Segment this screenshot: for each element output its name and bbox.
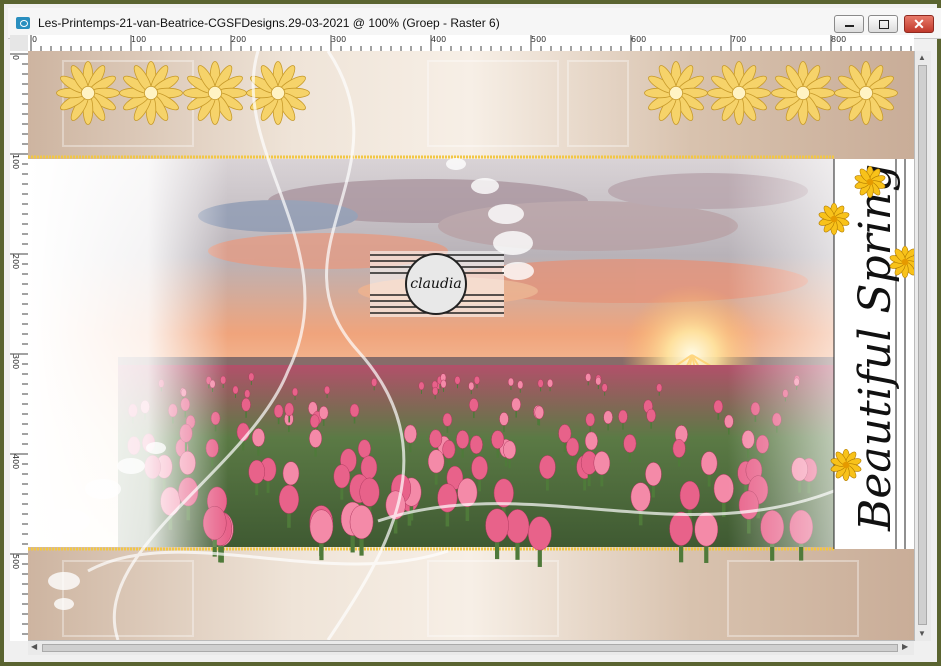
- vertical-scrollbar[interactable]: ▲ ▼: [914, 51, 931, 641]
- ruler-left-ticks: [10, 53, 28, 635]
- ruler-top-label: 0: [32, 35, 38, 44]
- scroll-left-icon[interactable]: ◀: [31, 642, 37, 651]
- window-title: Les-Printemps-21-van-Beatrice-CGSFDesign…: [38, 16, 500, 30]
- ruler-left[interactable]: 0 100 200 300 400 500: [10, 51, 29, 641]
- vertical-scroll-thumb[interactable]: [918, 65, 927, 625]
- scroll-down-icon[interactable]: ▼: [918, 629, 926, 638]
- ruler-left-label: 100: [11, 154, 20, 170]
- scroll-up-icon[interactable]: ▲: [918, 53, 926, 62]
- close-icon: ✕: [913, 16, 925, 32]
- ruler-top[interactable]: 0 100 200 300 400 500 600 700 800: [28, 35, 914, 52]
- artwork: claudia Beautiful Spring: [28, 51, 914, 640]
- horizontal-scrollbar[interactable]: ◀ ▶: [28, 640, 914, 655]
- ruler-top-label: 700: [731, 35, 747, 44]
- ruler-left-label: 0: [11, 55, 20, 61]
- ruler-top-label: 400: [431, 35, 447, 44]
- minimize-button[interactable]: [834, 15, 864, 33]
- ruler-top-label: 300: [331, 35, 347, 44]
- watermark-text: claudia: [410, 276, 461, 292]
- paint-app-icon: [16, 17, 30, 29]
- ruler-top-label: 600: [631, 35, 647, 44]
- tulip-photo: [28, 159, 834, 567]
- ruler-left-label: 500: [11, 554, 20, 570]
- ruler-top-label: 200: [231, 35, 247, 44]
- ruler-left-label: 300: [11, 354, 20, 370]
- ruler-top-ticks: [30, 35, 912, 51]
- ruler-top-label: 100: [131, 35, 147, 44]
- ruler-left-label: 200: [11, 254, 20, 270]
- scroll-right-icon[interactable]: ▶: [902, 642, 908, 651]
- ruler-top-label: 500: [531, 35, 547, 44]
- beautiful-spring-script: Beautiful Spring: [850, 164, 901, 532]
- maximize-button[interactable]: [868, 15, 898, 33]
- ruler-corner: [10, 35, 29, 52]
- image-canvas[interactable]: claudia Beautiful Spring: [28, 51, 914, 640]
- ruler-top-label: 800: [831, 35, 847, 44]
- close-button[interactable]: ✕: [904, 15, 934, 33]
- ruler-left-label: 400: [11, 454, 20, 470]
- horizontal-scroll-thumb[interactable]: [42, 644, 898, 652]
